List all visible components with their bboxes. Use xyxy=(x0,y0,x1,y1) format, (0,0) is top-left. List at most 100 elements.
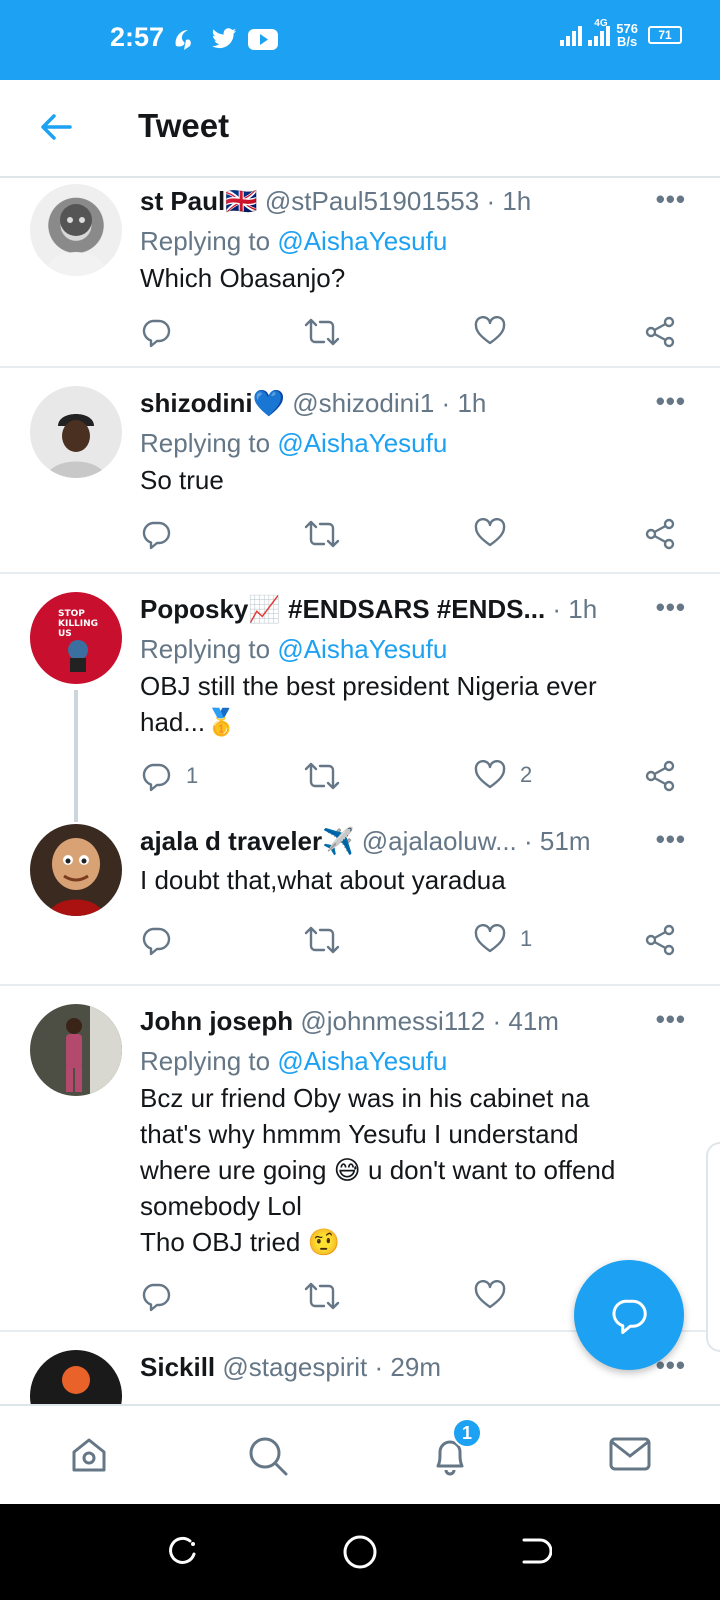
handle[interactable]: @johnmessi112 xyxy=(300,1006,485,1036)
messages-icon[interactable] xyxy=(608,1434,652,1479)
like-count: 1 xyxy=(520,926,533,951)
tweet-item[interactable]: shizodini💙 @shizodini1 · 1h ••• Replying… xyxy=(0,368,720,574)
replying-to: Replying to @AishaYesufu xyxy=(140,428,448,458)
retweet-button[interactable] xyxy=(304,924,354,956)
timestamp: 41m xyxy=(508,1006,559,1036)
back-arrow-icon[interactable] xyxy=(38,112,74,147)
mention-link[interactable]: @AishaYesufu xyxy=(277,226,447,256)
share-button[interactable] xyxy=(644,924,676,956)
display-name[interactable]: shizodini xyxy=(140,388,253,418)
reply-button[interactable]: 1 xyxy=(140,760,198,792)
more-options-icon[interactable]: ••• xyxy=(656,386,686,417)
tweet-header: Sickill @stagespirit · 29m xyxy=(140,1352,441,1382)
tweet-actions xyxy=(140,518,690,554)
handle[interactable]: @shizodini1 xyxy=(292,388,434,418)
reply-button[interactable] xyxy=(140,924,186,956)
tweet-item[interactable]: st Paul🇬🇧 @stPaul51901553 · 1h ••• Reply… xyxy=(0,178,720,368)
handle[interactable]: @ajalaoluw... xyxy=(362,826,517,856)
replying-to: Replying to @AishaYesufu xyxy=(140,1046,448,1076)
handle[interactable]: #ENDSARS #ENDS... xyxy=(288,594,545,624)
tweet-text: I doubt that,what about yaradua xyxy=(140,865,506,895)
avatar[interactable] xyxy=(30,1350,122,1404)
retweet-icon xyxy=(304,926,340,954)
timestamp: 51m xyxy=(539,826,591,856)
retweet-icon xyxy=(304,318,340,346)
flag-emoji: 🇬🇧 xyxy=(225,186,258,216)
like-button[interactable]: 1 xyxy=(474,924,532,954)
share-button[interactable] xyxy=(644,518,676,550)
more-options-icon[interactable]: ••• xyxy=(656,184,686,215)
tweet-header: Poposky📈 #ENDSARS #ENDS... · 1h xyxy=(140,594,598,624)
tweet-header: ajala d traveler✈️ @ajalaoluw... · 51m xyxy=(140,826,591,856)
like-count: 2 xyxy=(520,762,533,787)
back-icon[interactable] xyxy=(518,1534,553,1573)
notification-badge: 1 xyxy=(452,1418,482,1448)
svg-text:KILLING: KILLING xyxy=(58,619,98,629)
retweet-icon xyxy=(304,1282,340,1310)
signal-2-icon: 4G xyxy=(588,18,611,46)
handle[interactable]: @stagespirit xyxy=(222,1352,367,1382)
mention-link[interactable]: @AishaYesufu xyxy=(277,428,447,458)
home-icon[interactable] xyxy=(68,1434,110,1481)
share-icon xyxy=(645,518,675,550)
system-nav-bar xyxy=(0,1504,720,1600)
reply-button[interactable] xyxy=(140,1280,186,1312)
retweet-button[interactable] xyxy=(304,1280,354,1312)
like-button[interactable] xyxy=(474,518,520,548)
twitter-icon xyxy=(210,28,238,55)
recent-apps-icon[interactable] xyxy=(166,1534,200,1573)
tweet-actions: 1 xyxy=(140,924,690,960)
avatar[interactable] xyxy=(30,184,122,276)
mention-link[interactable]: @AishaYesufu xyxy=(277,634,447,664)
like-button[interactable] xyxy=(474,1280,520,1310)
like-button[interactable] xyxy=(474,316,520,346)
share-button[interactable] xyxy=(644,760,676,792)
display-name[interactable]: John joseph xyxy=(140,1006,293,1036)
avatar[interactable]: STOP KILLING US xyxy=(30,592,122,684)
reply-button[interactable] xyxy=(140,518,186,550)
heart-emoji: 💙 xyxy=(252,388,286,418)
retweet-button[interactable] xyxy=(304,518,354,550)
tweet-text: OBJ still the best president Nigeria eve… xyxy=(140,671,597,737)
timestamp: 29m xyxy=(390,1352,441,1382)
display-name[interactable]: Sickill xyxy=(140,1352,215,1382)
handle[interactable]: @stPaul51901553 xyxy=(265,186,479,216)
mention-link[interactable]: @AishaYesufu xyxy=(277,1046,447,1076)
tweet-header: John joseph @johnmessi112 · 41m xyxy=(140,1006,559,1036)
status-right: 4G 576 B/s 71 xyxy=(560,18,682,48)
timestamp: 1h xyxy=(568,594,598,624)
tweet-item[interactable]: STOP KILLING US Poposky📈 #ENDSARS #ENDS...… xyxy=(0,574,720,822)
home-circle-icon[interactable] xyxy=(342,1534,378,1575)
display-name[interactable]: ajala d traveler xyxy=(140,826,322,856)
retweet-button[interactable] xyxy=(304,760,354,792)
timestamp: 1h xyxy=(502,186,532,216)
display-name[interactable]: Poposky xyxy=(140,594,248,624)
reply-feed[interactable]: st Paul🇬🇧 @stPaul51901553 · 1h ••• Reply… xyxy=(0,178,720,1404)
more-options-icon[interactable]: ••• xyxy=(656,592,686,623)
search-icon[interactable] xyxy=(246,1434,290,1483)
page-title: Tweet xyxy=(138,107,230,144)
avatar[interactable] xyxy=(30,386,122,478)
retweet-button[interactable] xyxy=(304,316,354,348)
display-name[interactable]: st Paul xyxy=(140,186,225,216)
svg-text:STOP: STOP xyxy=(58,609,85,619)
more-options-icon[interactable]: ••• xyxy=(656,824,686,855)
youtube-icon xyxy=(248,29,278,55)
signal-1-icon xyxy=(560,24,583,46)
reply-button[interactable] xyxy=(140,316,186,348)
tweet-text: Which Obasanjo? xyxy=(140,263,346,293)
chart-emoji: 📈 xyxy=(248,594,281,624)
tweet-item[interactable]: ajala d traveler✈️ @ajalaoluw... · 51m •… xyxy=(0,818,720,986)
avatar[interactable] xyxy=(30,824,122,916)
avatar[interactable] xyxy=(30,1004,122,1096)
like-button[interactable]: 2 xyxy=(474,760,532,790)
replying-to: Replying to @AishaYesufu xyxy=(140,634,448,664)
top-header: Tweet xyxy=(0,80,720,178)
more-options-icon[interactable]: ••• xyxy=(656,1004,686,1035)
status-time: 2:57 xyxy=(110,22,165,52)
tweet-text: Bcz ur friend Oby was in his cabinet na … xyxy=(140,1083,616,1257)
share-button[interactable] xyxy=(644,316,676,348)
reply-icon xyxy=(142,319,171,348)
compose-reply-button[interactable] xyxy=(574,1260,684,1370)
edge-panel-handle[interactable] xyxy=(706,1142,720,1352)
